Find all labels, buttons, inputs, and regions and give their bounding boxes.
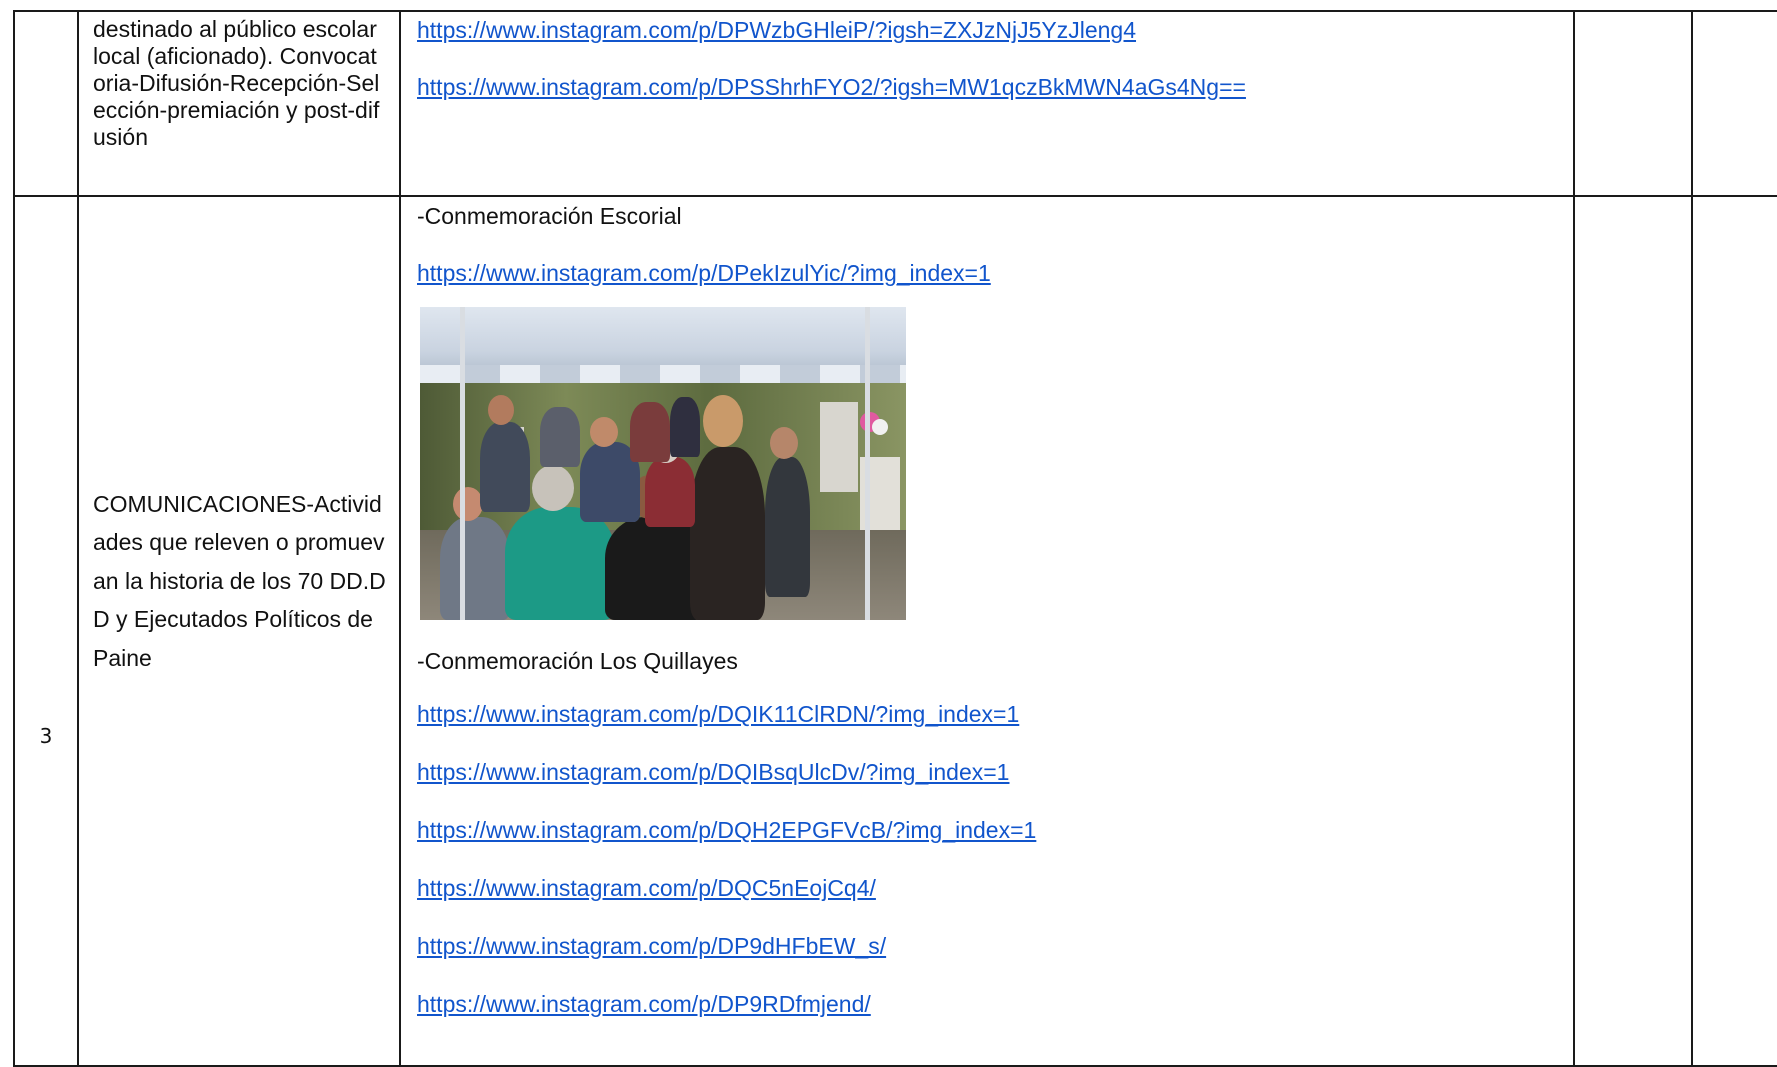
table-row: 3 COMUNICACIONES-Actividades que releven… [13, 195, 1777, 1067]
section-heading: -Conmemoración Los Quillayes [417, 648, 738, 674]
commemoration-photo [420, 307, 906, 620]
instagram-link[interactable]: https://www.instagram.com/p/DP9dHFbEW_s/ [417, 933, 1573, 960]
activity-description: COMUNICACIONES-Actividades que releven o… [93, 490, 386, 671]
report-table: destinado al público escolar local (afic… [13, 10, 1777, 1067]
instagram-link[interactable]: https://www.instagram.com/p/DPekIzulYic/… [417, 260, 1573, 287]
section-heading: -Conmemoración Escorial [417, 203, 682, 229]
links-cell: -Conmemoración Escorial https://www.inst… [399, 195, 1575, 1067]
document-page: destinado al público escolar local (afic… [0, 0, 1777, 1067]
instagram-link[interactable]: https://www.instagram.com/p/DQIBsqUlcDv/… [417, 759, 1573, 786]
description-cell: COMUNICACIONES-Actividades que releven o… [77, 195, 401, 1067]
number-cell [13, 10, 79, 197]
empty-cell [1573, 195, 1693, 1067]
instagram-link[interactable]: https://www.instagram.com/p/DPWzbGHleiP/… [417, 17, 1573, 44]
instagram-link[interactable]: https://www.instagram.com/p/DQC5nEojCq4/ [417, 875, 1573, 902]
empty-cell [1691, 195, 1777, 1067]
instagram-link[interactable]: https://www.instagram.com/p/DP9RDfmjend/ [417, 991, 1573, 1018]
activity-description: destinado al público escolar local (afic… [93, 16, 380, 150]
instagram-link[interactable]: https://www.instagram.com/p/DQIK11ClRDN/… [417, 701, 1573, 728]
instagram-link[interactable]: https://www.instagram.com/p/DPSShrhFYO2/… [417, 74, 1573, 101]
links-cell: https://www.instagram.com/p/DPWzbGHleiP/… [399, 10, 1575, 197]
description-cell: destinado al público escolar local (afic… [77, 10, 401, 197]
empty-cell [1691, 10, 1777, 197]
instagram-link[interactable]: https://www.instagram.com/p/DQH2EPGFVcB/… [417, 817, 1573, 844]
empty-cell [1573, 10, 1693, 197]
table-row: destinado al público escolar local (afic… [13, 10, 1777, 197]
row-number: 3 [13, 195, 79, 1067]
